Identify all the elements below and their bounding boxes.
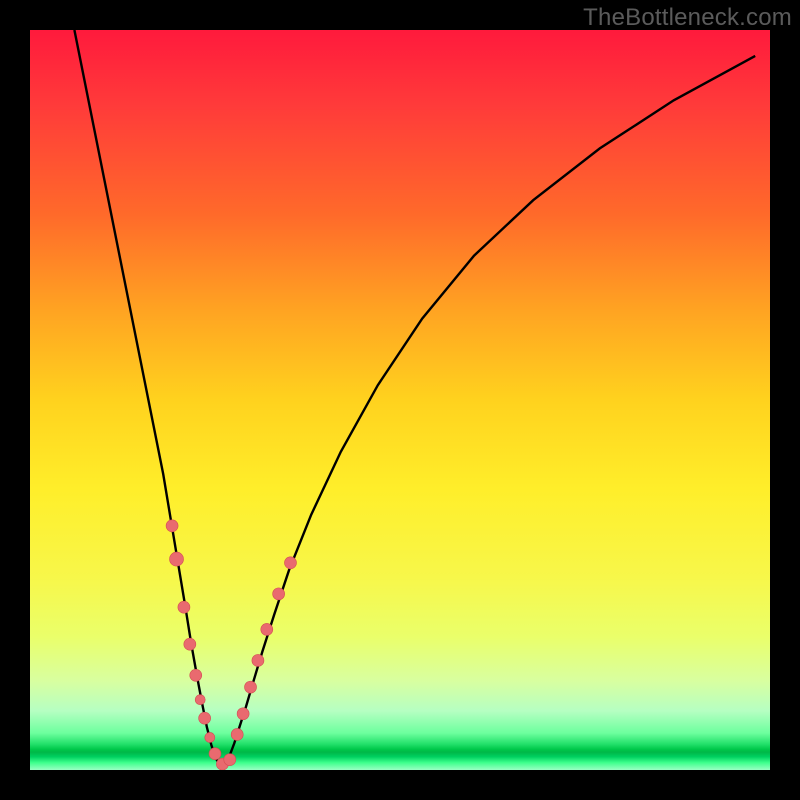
data-marker: [205, 732, 215, 742]
data-marker: [245, 681, 257, 693]
data-marker: [231, 728, 243, 740]
chart-frame: TheBottleneck.com: [0, 0, 800, 800]
data-marker: [195, 695, 205, 705]
data-marker: [237, 708, 249, 720]
data-marker: [261, 623, 273, 635]
data-marker: [224, 754, 236, 766]
marker-group: [166, 520, 296, 770]
data-marker: [170, 552, 184, 566]
chart-svg: [30, 30, 770, 770]
plot-area: [30, 30, 770, 770]
data-marker: [199, 712, 211, 724]
data-marker: [190, 669, 202, 681]
data-marker: [184, 638, 196, 650]
data-marker: [252, 654, 264, 666]
watermark-text: TheBottleneck.com: [583, 4, 792, 32]
bottleneck-curve: [74, 30, 755, 766]
data-marker: [178, 601, 190, 613]
data-marker: [284, 557, 296, 569]
data-marker: [166, 520, 178, 532]
data-marker: [273, 588, 285, 600]
data-marker: [209, 748, 221, 760]
